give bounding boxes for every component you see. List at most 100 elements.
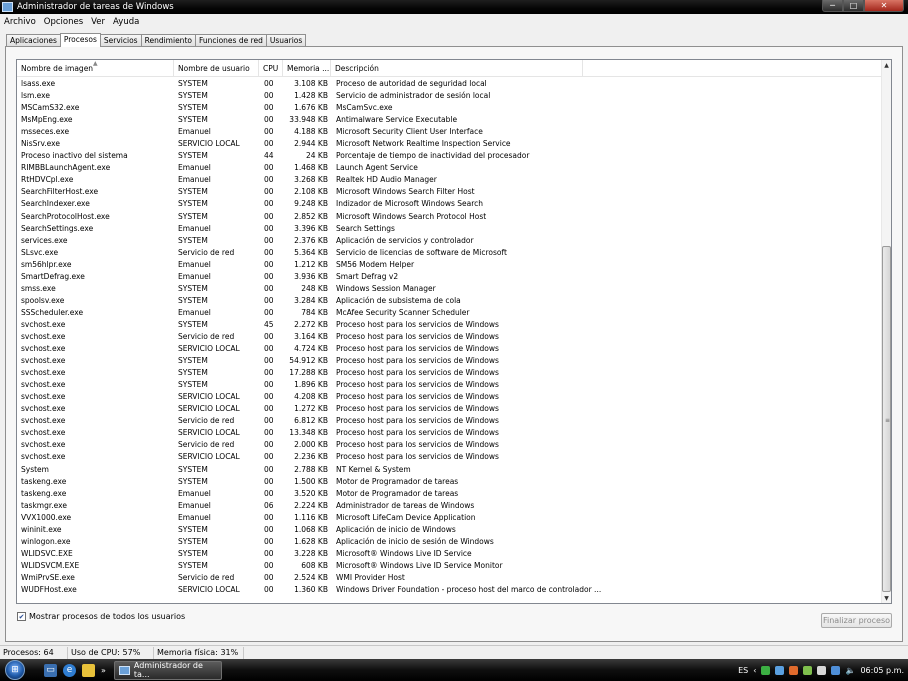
process-row[interactable]: svchost.exe SYSTEM 45 2.272 KB Proceso host … — [17, 319, 883, 331]
scroll-up-icon[interactable]: ▲ — [882, 60, 891, 70]
menu-ver[interactable]: Ver — [87, 17, 109, 27]
internet-explorer-icon[interactable]: e — [63, 663, 76, 677]
scrollbar-thumb[interactable]: ≡ — [882, 246, 891, 592]
process-row[interactable]: SLsvc.exe Servicio de red 00 5.364 KB Servic… — [17, 247, 883, 259]
process-row[interactable]: taskeng.exe SYSTEM 00 1.500 KB Motor de Prog… — [17, 476, 883, 488]
process-row[interactable]: WUDFHost.exe SERVICIO LOCAL 00 1.360 KB Wind… — [17, 584, 883, 596]
process-row[interactable]: spoolsv.exe SYSTEM 00 3.284 KB Aplicación de… — [17, 295, 883, 307]
process-row[interactable]: svchost.exe SERVICIO LOCAL 00 4.724 KB Proce… — [17, 343, 883, 355]
status-bar: Procesos: 64 Uso de CPU: 57% Memoria fís… — [0, 645, 908, 659]
process-row[interactable]: WLIDSVCM.EXE SYSTEM 00 608 KB Microsoft® Win… — [17, 560, 883, 572]
process-row[interactable]: MSCamS32.exe SYSTEM 00 1.676 KB MsCamSvc.exe — [17, 102, 883, 114]
process-row[interactable]: VVX1000.exe Emanuel 00 1.116 KB Microsoft Li… — [17, 512, 883, 524]
user-name-cell: SYSTEM — [178, 115, 208, 125]
process-list[interactable]: Nombre de imagen ▲ Nombre de usuario CPU… — [16, 59, 892, 604]
process-row[interactable]: svchost.exe SERVICIO LOCAL 00 13.348 KB Proc… — [17, 427, 883, 439]
process-row[interactable]: taskeng.exe Emanuel 00 3.520 KB Motor de Pro… — [17, 488, 883, 500]
tab-procesos[interactable]: Procesos — [59, 33, 101, 47]
more-quick-launch-icon[interactable]: » — [101, 666, 106, 675]
process-row[interactable]: NisSrv.exe SERVICIO LOCAL 00 2.944 KB Micros… — [17, 138, 883, 150]
messenger-icon[interactable] — [803, 665, 813, 675]
clock[interactable]: 06:05 p.m. — [860, 666, 904, 675]
process-row[interactable]: SmartDefrag.exe Emanuel 00 3.936 KB Smart De… — [17, 271, 883, 283]
scroll-down-icon[interactable]: ▼ — [882, 593, 891, 603]
process-row[interactable]: wininit.exe SYSTEM 00 1.068 KB Aplicación de… — [17, 524, 883, 536]
image-name-cell: Proceso inactivo del sistema — [21, 151, 128, 161]
image-name-cell: taskeng.exe — [21, 476, 67, 486]
process-row[interactable]: taskmgr.exe Emanuel 06 2.224 KB Administrado… — [17, 500, 883, 512]
menu-ayuda[interactable]: Ayuda — [109, 17, 143, 27]
app-tray-icon[interactable] — [789, 665, 799, 675]
process-row[interactable]: MsMpEng.exe SYSTEM 00 33.948 KB Antimalware … — [17, 114, 883, 126]
language-indicator[interactable]: ES — [738, 666, 748, 675]
cpu-cell: 00 — [264, 127, 274, 137]
title-bar[interactable]: Administrador de tareas de Windows ─ □ ✕ — [0, 0, 908, 14]
process-row[interactable]: WmiPrvSE.exe Servicio de red 00 2.524 KB WMI… — [17, 572, 883, 584]
cpu-cell: 00 — [264, 79, 274, 88]
column-header-cpu[interactable]: CPU — [259, 60, 283, 77]
process-row[interactable]: lsass.exe SYSTEM 00 3.108 KB Proceso de auto… — [17, 78, 883, 90]
memory-cell: 2.108 KB — [294, 187, 328, 197]
volume-icon[interactable]: 🔈 — [845, 666, 855, 675]
column-header-user-name[interactable]: Nombre de usuario — [174, 60, 259, 77]
process-row[interactable]: svchost.exe Servicio de red 00 6.812 KB Proc… — [17, 415, 883, 427]
process-row[interactable]: Proceso inactivo del sistema SYSTEM 44 24 K… — [17, 150, 883, 162]
process-row[interactable]: svchost.exe Servicio de red 00 2.000 KB Proc… — [17, 439, 883, 451]
tab-strip: Aplicaciones Procesos Servicios Rendimie… — [6, 33, 307, 47]
menu-archivo[interactable]: Archivo — [0, 17, 40, 27]
memory-cell: 9.248 KB — [294, 199, 328, 209]
description-cell: Porcentaje de tiempo de inactividad del … — [336, 151, 530, 161]
description-cell: Administrador de tareas de Windows — [336, 500, 475, 510]
process-row[interactable]: svchost.exe SERVICIO LOCAL 00 2.236 KB Proce… — [17, 451, 883, 463]
process-row[interactable]: WLIDSVC.EXE SYSTEM 00 3.228 KB Microsoft® Wi… — [17, 548, 883, 560]
process-row[interactable]: svchost.exe SERVICIO LOCAL 00 1.272 KB Proce… — [17, 403, 883, 415]
user-name-cell: Servicio de red — [178, 247, 235, 257]
process-row[interactable]: svchost.exe SYSTEM 00 54.912 KB Proceso host… — [17, 355, 883, 367]
description-cell: Windows Session Manager — [336, 283, 436, 293]
image-name-cell: svchost.exe — [21, 380, 66, 390]
show-all-checkbox[interactable]: ✔ — [17, 612, 26, 621]
folder-icon[interactable] — [82, 663, 95, 677]
process-row[interactable]: svchost.exe SYSTEM 00 1.896 KB Proceso host … — [17, 379, 883, 391]
image-name-cell: svchost.exe — [21, 404, 66, 414]
process-row[interactable]: msseces.exe Emanuel 00 4.188 KB Microsoft Se… — [17, 126, 883, 138]
column-header-description[interactable]: Descripción — [331, 60, 583, 77]
process-row[interactable]: SearchSettings.exe Emanuel 00 3.396 KB Searc… — [17, 223, 883, 235]
minimize-button[interactable]: ─ — [822, 0, 843, 12]
device-icon[interactable] — [817, 665, 827, 675]
close-button[interactable]: ✕ — [864, 0, 904, 12]
taskbar-button-task-manager[interactable]: Administrador de ta... — [113, 660, 222, 680]
process-row[interactable]: svchost.exe SERVICIO LOCAL 00 4.208 KB Proce… — [17, 391, 883, 403]
network-icon[interactable] — [775, 665, 785, 675]
image-name-cell: SearchIndexer.exe — [21, 199, 90, 209]
tray-expand-icon[interactable]: ‹ — [753, 666, 756, 675]
process-row[interactable]: SSScheduler.exe Emanuel 00 784 KB McAfee Sec… — [17, 307, 883, 319]
status-cpu-usage: Uso de CPU: 57% — [68, 646, 154, 659]
process-row[interactable]: SearchProtocolHost.exe SYSTEM 00 2.852 KB Mi… — [17, 211, 883, 223]
show-desktop-icon[interactable]: ▭ — [44, 663, 57, 677]
security-icon[interactable] — [761, 665, 771, 675]
vertical-scrollbar[interactable]: ▲ ≡ ▼ — [881, 60, 891, 603]
column-header-image-name[interactable]: Nombre de imagen ▲ — [17, 60, 174, 77]
process-row[interactable]: smss.exe SYSTEM 00 248 KB Windows Session Ma… — [17, 283, 883, 295]
process-row[interactable]: services.exe SYSTEM 00 2.376 KB Aplicación d… — [17, 235, 883, 247]
start-button[interactable]: ⊞ — [0, 659, 30, 681]
process-row[interactable]: SearchFilterHost.exe SYSTEM 00 2.108 KB Micr… — [17, 186, 883, 198]
process-row[interactable]: lsm.exe SYSTEM 00 1.428 KB Servicio de admin… — [17, 90, 883, 102]
process-row[interactable]: RtHDVCpl.exe Emanuel 00 3.268 KB Realtek HD … — [17, 174, 883, 186]
process-row[interactable]: RIMBBLaunchAgent.exe Emanuel 00 1.468 KB Lau… — [17, 162, 883, 174]
column-header-memory[interactable]: Memoria ... — [283, 60, 331, 77]
menu-opciones[interactable]: Opciones — [40, 17, 87, 27]
process-row[interactable]: winlogon.exe SYSTEM 00 1.628 KB Aplicación d… — [17, 536, 883, 548]
description-cell: Servicio de administrador de sesión loca… — [336, 91, 491, 101]
user-name-cell: SYSTEM — [178, 524, 208, 534]
process-row[interactable]: sm56hlpr.exe Emanuel 00 1.212 KB SM56 Modem … — [17, 259, 883, 271]
show-all-processes-option[interactable]: ✔ Mostrar procesos de todos los usuarios — [17, 612, 185, 621]
process-row[interactable]: System SYSTEM 00 2.788 KB NT Kernel & System — [17, 464, 883, 476]
process-row[interactable]: svchost.exe Servicio de red 00 3.164 KB Proc… — [17, 331, 883, 343]
end-process-button[interactable]: Finalizar proceso — [821, 613, 892, 628]
process-row[interactable]: svchost.exe SYSTEM 00 17.288 KB Proceso host… — [17, 367, 883, 379]
maximize-button[interactable]: □ — [843, 0, 864, 12]
display-icon[interactable] — [831, 665, 841, 675]
process-row[interactable]: SearchIndexer.exe SYSTEM 00 9.248 KB Indizad… — [17, 198, 883, 210]
